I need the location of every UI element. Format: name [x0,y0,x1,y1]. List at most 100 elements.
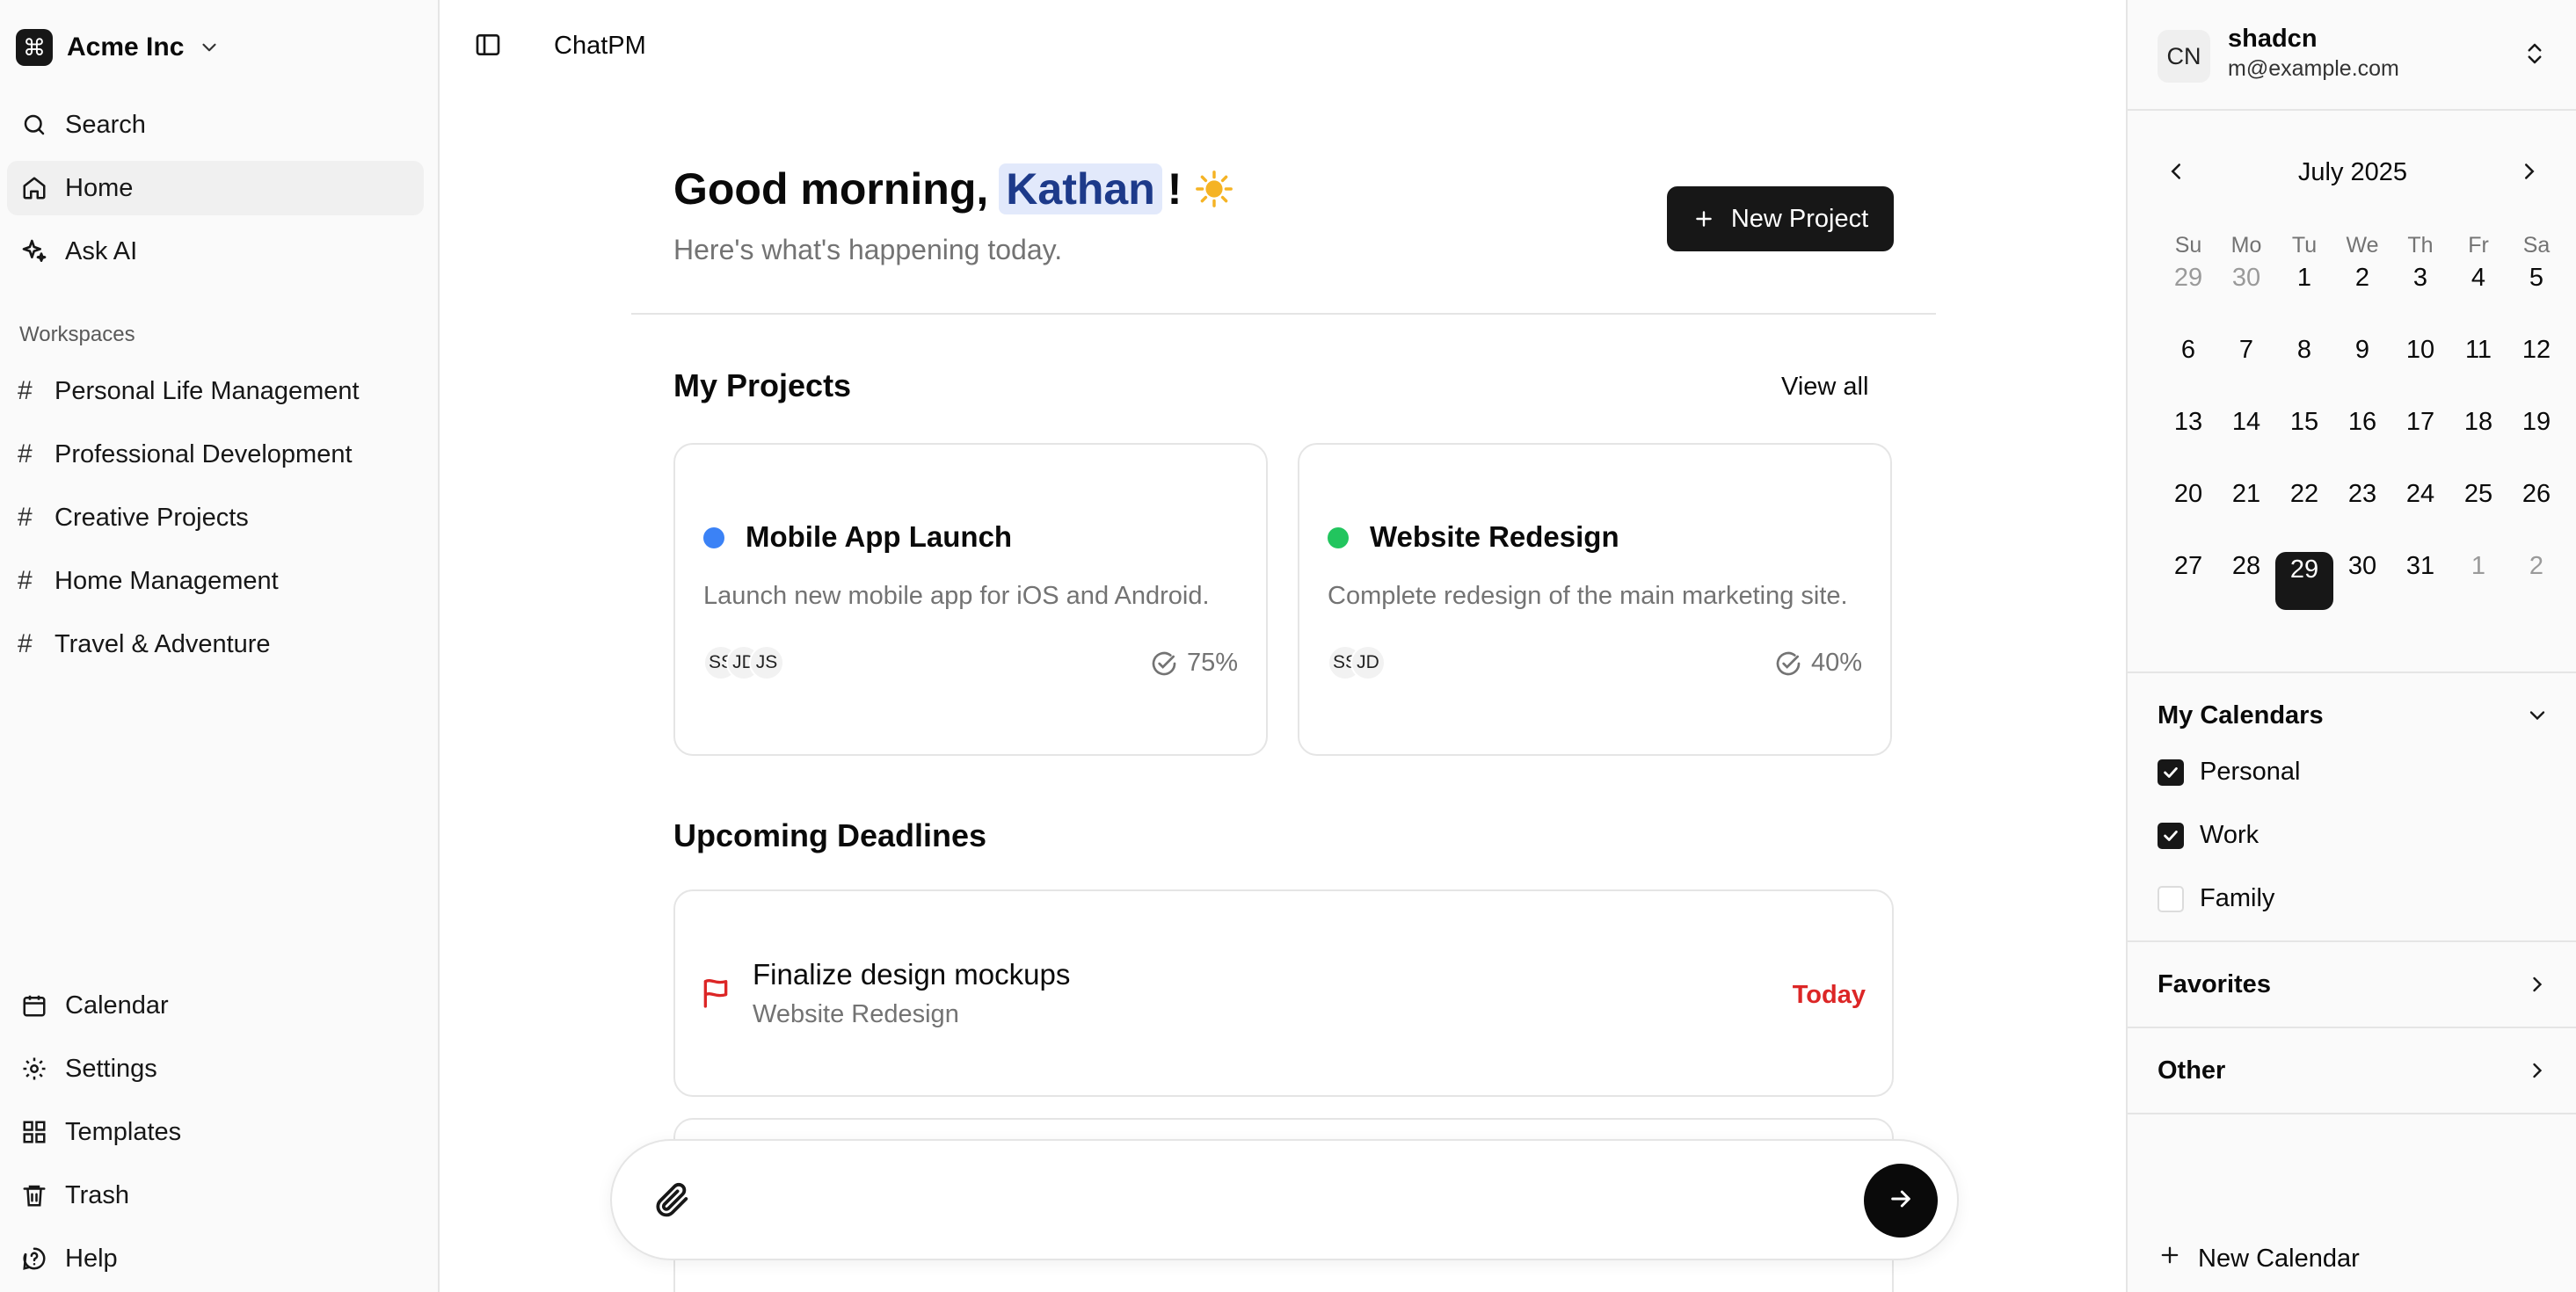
calendar-day[interactable]: 8 [2275,336,2333,408]
calendar-day[interactable]: 20 [2159,480,2217,552]
calendar-day[interactable]: 27 [2159,552,2217,624]
calendar-day[interactable]: 1 [2449,552,2507,624]
calendar-day[interactable]: 31 [2391,552,2449,624]
org-name: Acme Inc [67,33,185,62]
new-project-button[interactable]: New Project [1667,186,1894,251]
sidebar-toggle-button[interactable] [468,26,508,67]
calendar-day[interactable]: 2 [2333,264,2391,336]
checkbox-checked[interactable] [2158,759,2184,786]
templates-icon [19,1117,49,1147]
calendar-day[interactable]: 7 [2217,336,2275,408]
calendar-day-selected[interactable]: 29 [2275,552,2333,624]
day-number: 29 [2275,552,2333,610]
workspace-label: Professional Development [55,439,353,468]
day-number: 21 [2231,480,2261,508]
member-avatars: SS JD JS [703,645,784,680]
new-project-label: New Project [1730,204,1869,233]
calendar-day[interactable]: 9 [2333,336,2391,408]
chevron-right-icon[interactable] [2516,158,2543,189]
view-all-link[interactable]: View all [1781,373,1868,402]
chevron-down-icon[interactable] [2525,703,2550,732]
project-progress: 75% [1150,649,1238,678]
nav-trash[interactable]: Trash [7,1168,424,1223]
check-circle-icon [1152,651,1176,675]
day-number: 3 [2412,264,2428,292]
calendar-day[interactable]: 16 [2333,408,2391,480]
calendar-day[interactable]: 1 [2275,264,2333,336]
calendar-day[interactable]: 28 [2217,552,2275,624]
workspace-item[interactable]: # Professional Development [7,427,424,482]
calendar-day[interactable]: 2 [2507,552,2565,624]
project-title: Website Redesign [1370,520,1619,553]
calendar-day[interactable]: 22 [2275,480,2333,552]
workspace-item[interactable]: # Personal Life Management [7,364,424,418]
day-number: 11 [2464,336,2492,364]
weekday-label: We [2346,232,2379,258]
workspace-item[interactable]: # Creative Projects [7,490,424,545]
calendar-day[interactable]: 17 [2391,408,2449,480]
calendar-day[interactable]: 4 [2449,264,2507,336]
calendar-day[interactable]: 13 [2159,408,2217,480]
calendar-day[interactable]: 15 [2275,408,2333,480]
day-number: 25 [2463,480,2493,508]
checkbox-checked[interactable] [2158,822,2184,849]
calendar-day[interactable]: 18 [2449,408,2507,480]
chevron-right-icon[interactable] [2525,1058,2550,1087]
calendar-day[interactable]: 23 [2333,480,2391,552]
calendar-day[interactable]: 29 [2159,264,2217,336]
workspace-item[interactable]: # Home Management [7,554,424,608]
nav-ask-ai[interactable]: Ask AI [7,224,424,279]
day-number: 24 [2405,480,2435,508]
workspace-item[interactable]: # Travel & Adventure [7,617,424,671]
calendar-day[interactable]: 30 [2333,552,2391,624]
trash-icon [19,1180,49,1210]
chevrons-up-down-icon [2521,40,2548,71]
project-card[interactable]: Mobile App Launch Launch new mobile app … [673,443,1268,756]
nav-home[interactable]: Home [7,161,424,215]
user-switcher[interactable]: CN shadcn m@example.com [2128,0,2576,111]
calendar-day[interactable]: 25 [2449,480,2507,552]
calendar-day[interactable]: 14 [2217,408,2275,480]
new-calendar-button[interactable]: New Calendar [2158,1243,2360,1274]
greeting-prefix: Good morning, [673,164,989,214]
day-number: 26 [2521,480,2551,508]
calendar-day[interactable]: 5 [2507,264,2565,336]
calendar-day[interactable]: 19 [2507,408,2565,480]
org-switcher[interactable]: ⌘ Acme Inc [16,26,221,69]
divider [2128,1027,2576,1028]
calendar-day[interactable]: 30 [2217,264,2275,336]
calendar-day[interactable]: 10 [2391,336,2449,408]
day-number: 28 [2231,552,2261,580]
chevron-right-icon[interactable] [2525,972,2550,1001]
deadline-item[interactable]: Finalize design mockups Website Redesign… [673,889,1894,1097]
checkbox-unchecked[interactable] [2158,885,2184,912]
calendar-day[interactable]: 12 [2507,336,2565,408]
project-title: Mobile App Launch [746,520,1013,553]
projects-title: My Projects [673,367,852,403]
calendar-day[interactable]: 11 [2449,336,2507,408]
chat-input[interactable] [709,1176,1764,1225]
check-circle-icon [1776,651,1801,675]
my-calendars-header[interactable]: My Calendars [2158,701,2324,730]
calendar-day[interactable]: 6 [2159,336,2217,408]
calendar-toggle-personal[interactable]: Personal [2158,758,2300,787]
nav-settings[interactable]: Settings [7,1042,424,1096]
calendar-day[interactable]: 26 [2507,480,2565,552]
calendar-day[interactable]: 24 [2391,480,2449,552]
sun-icon [1194,169,1234,209]
calendar-toggle-family[interactable]: Family [2158,884,2274,913]
project-card[interactable]: Website Redesign Complete redesign of th… [1298,443,1892,756]
calendar-day[interactable]: 3 [2391,264,2449,336]
nav-help[interactable]: Help [7,1231,424,1286]
nav-templates[interactable]: Templates [7,1105,424,1159]
calendar-toggle-work[interactable]: Work [2158,821,2259,850]
chevron-left-icon[interactable] [2163,158,2189,189]
other-header[interactable]: Other [2158,1056,2225,1085]
favorites-header[interactable]: Favorites [2158,970,2271,999]
day-number: 5 [2529,264,2544,292]
send-button[interactable] [1864,1164,1938,1238]
paperclip-icon[interactable] [652,1179,693,1224]
nav-search[interactable]: Search [7,98,424,152]
calendar-day[interactable]: 21 [2217,480,2275,552]
nav-calendar[interactable]: Calendar [7,978,424,1033]
